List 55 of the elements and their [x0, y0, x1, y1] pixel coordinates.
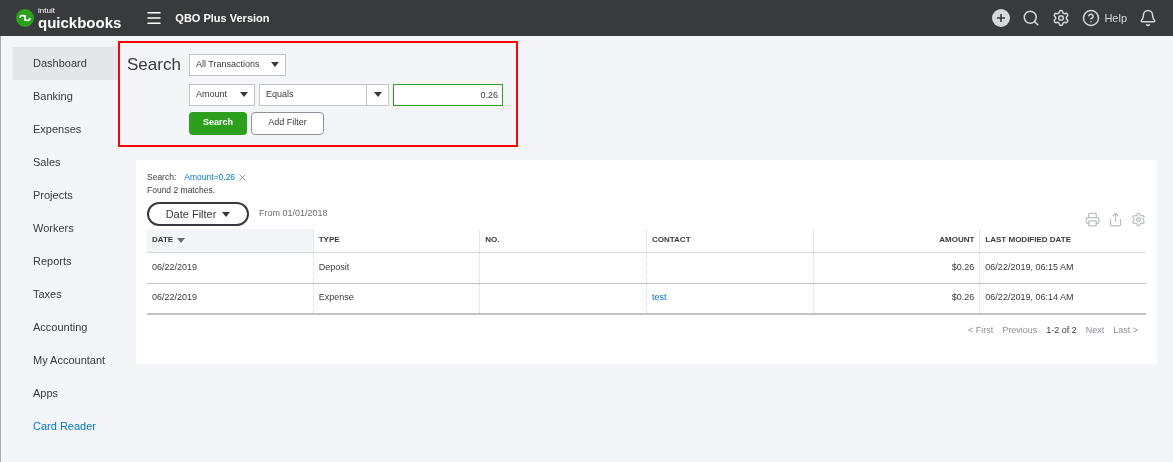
help-button[interactable]: Help	[1082, 9, 1127, 27]
table-cell: 06/22/2019	[152, 291, 198, 305]
page-range: 1-2 of 2	[1046, 323, 1077, 337]
search-term-link[interactable]: Amount=0.26	[184, 171, 236, 184]
bell-icon[interactable]	[1139, 9, 1157, 27]
sidebar-item[interactable]: Projects	[13, 179, 118, 212]
column-header[interactable]: CONTACT	[646, 228, 813, 252]
contact-link[interactable]: test	[652, 291, 667, 305]
table-cell: $0.26	[951, 291, 975, 305]
sidebar-item[interactable]: Accounting	[13, 311, 118, 344]
field-dropdown[interactable]: Amount	[189, 83, 255, 106]
sidebar-item[interactable]: Taxes	[13, 278, 118, 311]
sidebar-item[interactable]: Sales	[13, 146, 118, 179]
match-count: Found 2 matches.	[147, 183, 217, 197]
add-filter-button[interactable]: Add Filter	[251, 111, 324, 135]
caret-icon	[240, 92, 248, 97]
table-cell-text: 06/22/2019, 06:15 AM	[985, 260, 1074, 274]
sidebar-item[interactable]: Card Reader	[13, 410, 118, 443]
table-cell-text: 06/22/2019	[152, 260, 198, 274]
date-filter-button[interactable]: Date Filter	[147, 202, 249, 226]
caret-icon	[271, 62, 279, 68]
sidebar-item[interactable]: Apps	[13, 377, 118, 410]
search-label: Search:	[147, 171, 177, 184]
column-header[interactable]: AMOUNT	[812, 228, 980, 252]
transaction-type-dropdown[interactable]: All Transactions	[189, 53, 286, 76]
table-cell: 06/22/2019, 06:14 AM	[985, 291, 1074, 305]
logo-small-text: intuit	[38, 6, 56, 15]
plus-icon[interactable]	[992, 9, 1011, 27]
amount-input[interactable]: 0.26	[393, 83, 503, 106]
logo-text: quickbooks	[38, 14, 122, 30]
date-range: From 01/01/2018	[259, 207, 328, 221]
caret-icon	[374, 92, 382, 97]
table-cell-text: Deposit	[318, 260, 350, 274]
sidebar-item[interactable]: Dashboard	[13, 47, 118, 80]
table-cell-text: $0.26	[951, 260, 975, 274]
sidebar-item[interactable]: Workers	[13, 212, 118, 245]
column-header[interactable]: LAST MODIFIED DATE	[979, 228, 1147, 252]
search-title: Search	[127, 54, 179, 76]
sidebar-item[interactable]: Reports	[13, 245, 118, 278]
column-header[interactable]: TYPE	[312, 228, 480, 252]
menu-icon[interactable]	[145, 9, 164, 27]
sidebar-item[interactable]: Banking	[13, 80, 118, 113]
search-icon[interactable]	[1022, 9, 1041, 27]
operator-dropdown[interactable]: Equals	[259, 83, 389, 106]
logo-icon	[16, 9, 34, 27]
settings-icon[interactable]	[1052, 9, 1071, 27]
table-cell: Expense	[318, 291, 354, 305]
caret-icon	[222, 211, 231, 217]
column-header[interactable]: DATE	[147, 228, 313, 252]
sidebar-item[interactable]: Expenses	[13, 113, 118, 146]
sort-icon	[177, 237, 186, 243]
column-header[interactable]: NO.	[479, 228, 646, 252]
company-name: QBO Plus Version	[175, 10, 270, 26]
sidebar-item[interactable]: My Accountant	[13, 344, 118, 377]
clear-icon[interactable]	[237, 171, 249, 183]
